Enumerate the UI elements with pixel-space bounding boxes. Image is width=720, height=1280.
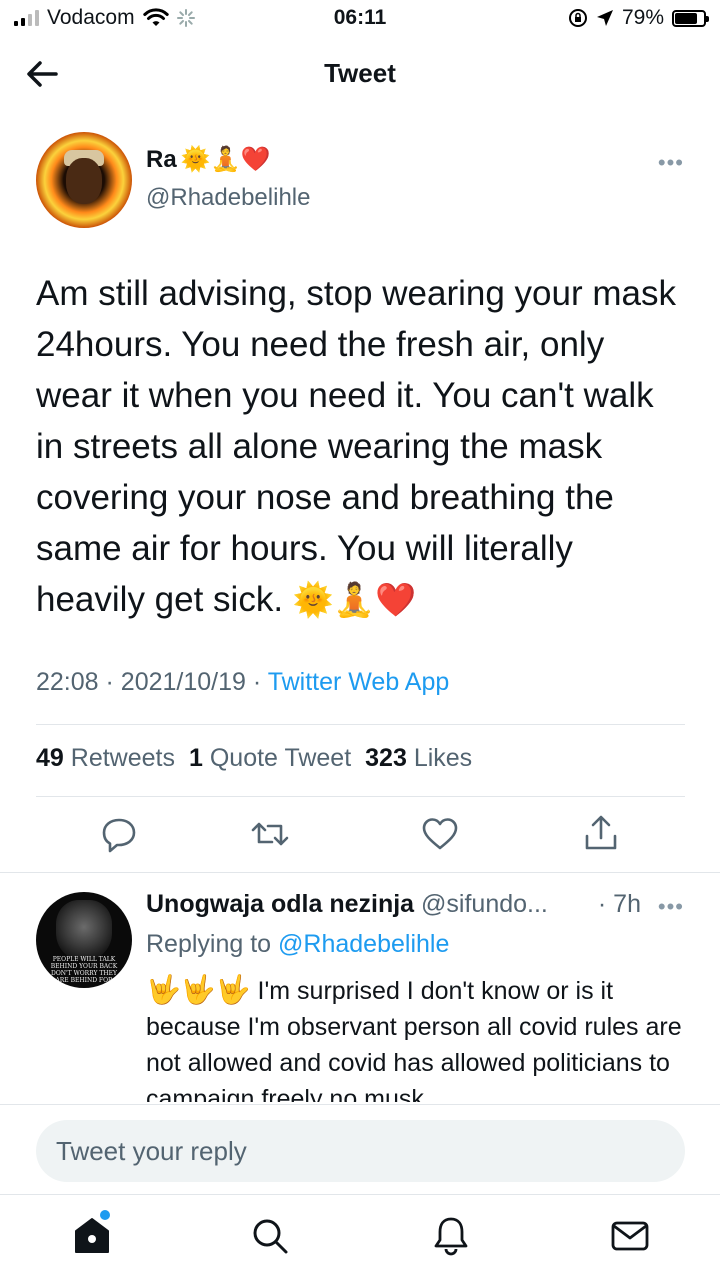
battery-percent: 79%	[621, 6, 664, 29]
author-name-text: Ra	[146, 145, 177, 173]
tweet-actions	[0, 812, 720, 862]
reply-input[interactable]: Tweet your reply	[36, 1120, 685, 1182]
tweet-source-link[interactable]: Twitter Web App	[268, 668, 450, 696]
tweet-text-body: Am still advising, stop wearing your mas…	[36, 274, 676, 619]
battery-icon	[672, 9, 709, 27]
tweet-meta: 22:08 · 2021/10/19 · Twitter Web App	[36, 668, 450, 696]
reply-avatar[interactable]: PEOPLE WILL TALK BEHIND YOUR BACK DON'T …	[36, 892, 132, 988]
lion-image	[56, 900, 112, 960]
more-icon[interactable]: •••	[658, 150, 684, 176]
author-avatar[interactable]	[36, 132, 132, 228]
more-icon[interactable]: •••	[658, 894, 684, 920]
divider	[0, 1104, 720, 1105]
divider	[0, 1194, 720, 1195]
tweet-text-emojis: 🌞🧘❤️	[292, 581, 417, 618]
replying-label: Replying to	[146, 930, 272, 958]
replying-to: Replying to @Rhadebelihle	[146, 930, 449, 959]
reply-author-handle[interactable]: @sifundo...	[421, 890, 548, 918]
reply-author-name[interactable]: Unogwaja odla nezinja	[146, 890, 414, 918]
notifications-icon[interactable]	[429, 1214, 473, 1258]
reply-time: · 7h	[597, 890, 641, 918]
orientation-lock-icon	[568, 9, 587, 27]
reply-icon[interactable]	[97, 812, 141, 856]
divider	[0, 872, 720, 873]
header: Tweet	[0, 42, 720, 106]
retweet-icon[interactable]	[248, 812, 292, 856]
reply-text: 🤟🤟🤟 I'm surprised I don't know or is it …	[146, 972, 691, 1102]
home-notification-dot	[100, 1210, 110, 1220]
tweet-text: Am still advising, stop wearing your mas…	[36, 268, 686, 625]
divider	[36, 724, 685, 725]
home-icon[interactable]	[70, 1214, 114, 1258]
messages-icon[interactable]	[608, 1214, 652, 1258]
tweet-stats: 49 Retweets 1 Quote Tweet 323 Likes	[36, 744, 472, 773]
author-emojis: 🌞🧘❤️	[180, 146, 271, 173]
divider	[36, 796, 685, 797]
quotes-stat[interactable]: 1 Quote Tweet	[189, 744, 351, 773]
reply-emojis: 🤟🤟🤟	[146, 974, 251, 1005]
status-bar: Vodacom 06:11 79%	[0, 0, 720, 40]
likes-stat[interactable]: 323 Likes	[365, 744, 472, 773]
search-icon[interactable]	[248, 1214, 292, 1258]
replying-mention-link[interactable]: @Rhadebelihle	[278, 930, 449, 958]
reply-header: Unogwaja odla nezinja @sifundo... · 7h	[146, 890, 691, 919]
status-right: 79%	[568, 6, 709, 30]
author-name[interactable]: Ra 🌞🧘❤️	[146, 145, 270, 174]
retweets-stat[interactable]: 49 Retweets	[36, 744, 175, 773]
share-icon[interactable]	[579, 812, 623, 856]
like-icon[interactable]	[418, 812, 462, 856]
tweet-date: 2021/10/19	[120, 668, 246, 696]
avatar-caption: PEOPLE WILL TALK BEHIND YOUR BACK DON'T …	[50, 956, 118, 984]
author-handle[interactable]: @Rhadebelihle	[146, 184, 310, 212]
tweet-time: 22:08	[36, 668, 99, 696]
page-title: Tweet	[324, 58, 396, 88]
location-icon	[596, 10, 613, 26]
reply-input-placeholder: Tweet your reply	[56, 1136, 247, 1166]
